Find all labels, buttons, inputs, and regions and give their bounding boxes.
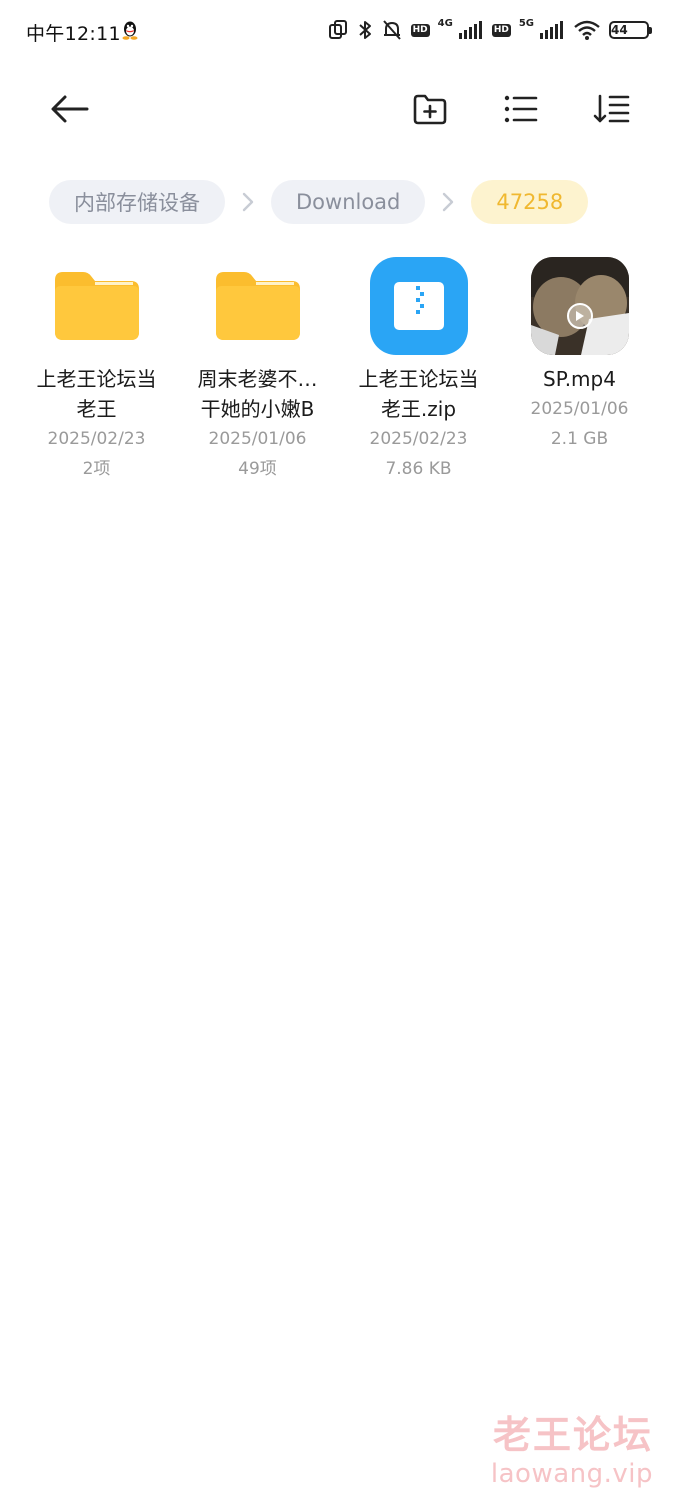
- play-icon: [566, 302, 593, 329]
- status-bar: 中午12:11 HD 4G HD 5G 44: [0, 0, 675, 62]
- status-time: 中午12:11: [26, 23, 121, 45]
- folder-add-icon: [413, 94, 447, 125]
- file-detail: 2项: [82, 459, 111, 479]
- file-item-video[interactable]: SP.mp4 2025/01/06 2.1 GB: [499, 256, 660, 484]
- file-detail: 2.1 GB: [550, 429, 609, 449]
- breadcrumb-download[interactable]: Download: [271, 180, 426, 224]
- file-name: 上老王论坛当 老王: [22, 364, 172, 424]
- sort-icon: [593, 94, 630, 123]
- sort-button[interactable]: [586, 83, 638, 135]
- zip-file-icon: [369, 256, 469, 356]
- file-detail: 49项: [238, 459, 277, 479]
- breadcrumb: 内部存储设备 Download 47258: [49, 180, 589, 224]
- wifi-icon: [574, 20, 600, 40]
- file-date: 2025/01/06: [208, 429, 307, 449]
- battery-level: 44: [611, 23, 628, 37]
- watermark-url: laowang.vip: [490, 1459, 653, 1489]
- new-folder-button[interactable]: [404, 83, 456, 135]
- battery-icon: 44: [609, 21, 652, 39]
- mute-bell-icon: [382, 20, 401, 40]
- back-button[interactable]: [44, 83, 96, 135]
- chevron-right-icon: [225, 180, 271, 224]
- screen-rotate-icon: [328, 20, 347, 39]
- file-name-line-1: 上老王论坛当: [358, 367, 479, 391]
- folder-icon: [208, 256, 308, 356]
- qq-icon: [122, 21, 138, 40]
- file-item-folder-2[interactable]: 周末老婆不… 干她的小嫩B 2025/01/06 49项: [177, 256, 338, 484]
- file-name-line-1: 上老王论坛当: [36, 367, 157, 391]
- file-name: 上老王论坛当 老王.zip: [344, 364, 494, 424]
- file-detail: 7.86 KB: [385, 459, 452, 479]
- file-name-line-1: 周末老婆不…: [197, 367, 318, 391]
- file-name-line-2: 老王.zip: [380, 397, 457, 421]
- bluetooth-icon: [358, 21, 371, 39]
- file-name-line-1: SP.mp4: [543, 367, 616, 391]
- network-4g-label: 4G: [437, 17, 453, 29]
- list-view-button[interactable]: [495, 83, 547, 135]
- status-icons: HD 4G HD 5G 44: [327, 16, 652, 44]
- signal-icon: [458, 21, 482, 39]
- breadcrumb-internal-storage[interactable]: 内部存储设备: [49, 180, 225, 224]
- signal-icon-2: [540, 21, 563, 39]
- file-name-line-2: 老王: [76, 397, 117, 421]
- file-date: 2025/01/06: [530, 399, 629, 419]
- hd-badge-1: HD: [410, 23, 430, 37]
- file-item-zip[interactable]: 上老王论坛当 老王.zip 2025/02/23 7.86 KB: [338, 256, 499, 484]
- file-name: SP.mp4: [505, 364, 655, 394]
- watermark-title: 老王论坛: [492, 1413, 653, 1457]
- file-grid: 上老王论坛当 老王 2025/02/23 2项 周末老婆不… 干她的小嫩B 20…: [16, 256, 660, 484]
- file-item-folder-1[interactable]: 上老王论坛当 老王 2025/02/23 2项: [16, 256, 177, 484]
- file-date: 2025/02/23: [369, 429, 468, 449]
- network-5g-label: 5G: [518, 17, 534, 29]
- breadcrumb-current-folder[interactable]: 47258: [471, 180, 589, 224]
- hd-badge-2: HD: [491, 23, 511, 37]
- folder-icon: [47, 256, 147, 356]
- watermark: 老王论坛 laowang.vip: [491, 1412, 653, 1490]
- file-name: 周末老婆不… 干她的小嫩B: [183, 364, 333, 424]
- list-view-icon: [504, 95, 538, 123]
- video-thumbnail: [530, 256, 630, 356]
- arrow-left-icon: [51, 95, 89, 123]
- file-date: 2025/02/23: [47, 429, 146, 449]
- file-name-line-2: 干她的小嫩B: [200, 397, 315, 421]
- toolbar: [0, 78, 675, 140]
- chevron-right-icon: [425, 180, 471, 224]
